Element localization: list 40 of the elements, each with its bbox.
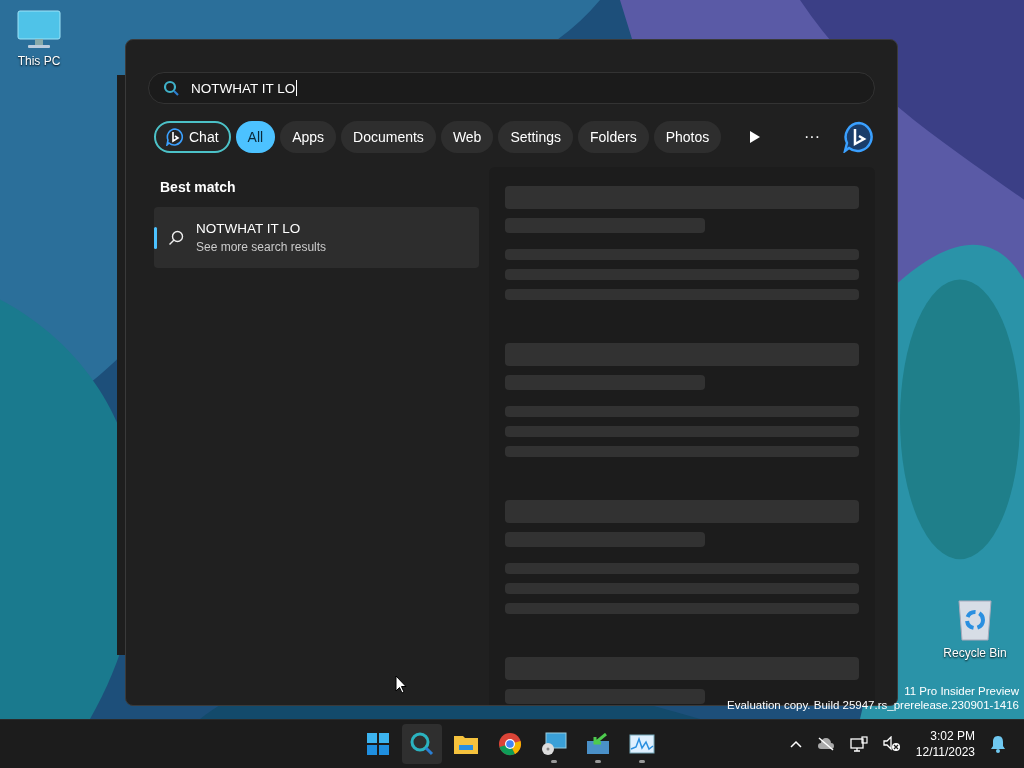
filter-tab[interactable]: Documents	[341, 121, 436, 153]
search-icon	[168, 229, 184, 246]
watermark-text: 11 Pro Insider Preview Evaluation copy. Build 25947.rs_prerelease.230901-1416	[727, 684, 1019, 712]
folder-icon	[453, 733, 479, 755]
monitor-disc-icon	[541, 732, 567, 756]
search-icon	[163, 80, 179, 96]
recycle-bin-icon[interactable]	[956, 598, 994, 642]
more-button[interactable]: ···	[792, 121, 832, 153]
filter-tab[interactable]: Web	[440, 121, 494, 153]
filter-tab[interactable]: Photos	[653, 121, 722, 153]
network-icon[interactable]	[849, 736, 868, 752]
best-match-item[interactable]: NOTWHAT IT LO See more search results	[154, 207, 479, 268]
result-title: NOTWHAT IT LO	[196, 221, 302, 236]
monitor-icon[interactable]	[17, 10, 61, 50]
filter-tab[interactable]: Chat	[154, 121, 231, 153]
section-heading: Best match	[160, 179, 237, 195]
windows-logo-icon	[366, 732, 390, 756]
clock-date: 12/11/2023	[915, 744, 975, 760]
filter-tab[interactable]: Settings	[498, 121, 573, 153]
browser-icon	[498, 732, 522, 756]
search-field[interactable]: NOTWHAT IT LO	[148, 72, 875, 104]
clock-time: 3:02 PM	[930, 728, 975, 744]
bell-icon[interactable]	[990, 735, 1006, 753]
volume-muted-icon[interactable]	[882, 736, 901, 752]
chevron-up-icon[interactable]	[789, 740, 802, 748]
filter-tab[interactable]: All	[235, 121, 276, 153]
result-subtitle: See more search results	[196, 240, 327, 254]
desktop-icon-label[interactable]: This PC	[17, 54, 61, 68]
mouse-pointer-icon	[395, 675, 407, 694]
desktop-icon-label[interactable]: Recycle Bin	[943, 646, 1007, 660]
cloud-off-icon[interactable]	[816, 737, 835, 751]
chat-bubble-icon[interactable]	[843, 121, 875, 153]
filter-tab[interactable]: Apps	[280, 121, 337, 153]
performance-graph-icon	[629, 734, 655, 754]
search-icon	[410, 732, 434, 756]
clock[interactable]: 3:02 PM 12/11/2023	[915, 728, 975, 760]
download-arrow-icon	[586, 733, 610, 755]
filter-tab[interactable]: Folders	[578, 121, 649, 153]
chat-bubble-icon	[166, 128, 184, 146]
play-icon	[749, 130, 761, 144]
